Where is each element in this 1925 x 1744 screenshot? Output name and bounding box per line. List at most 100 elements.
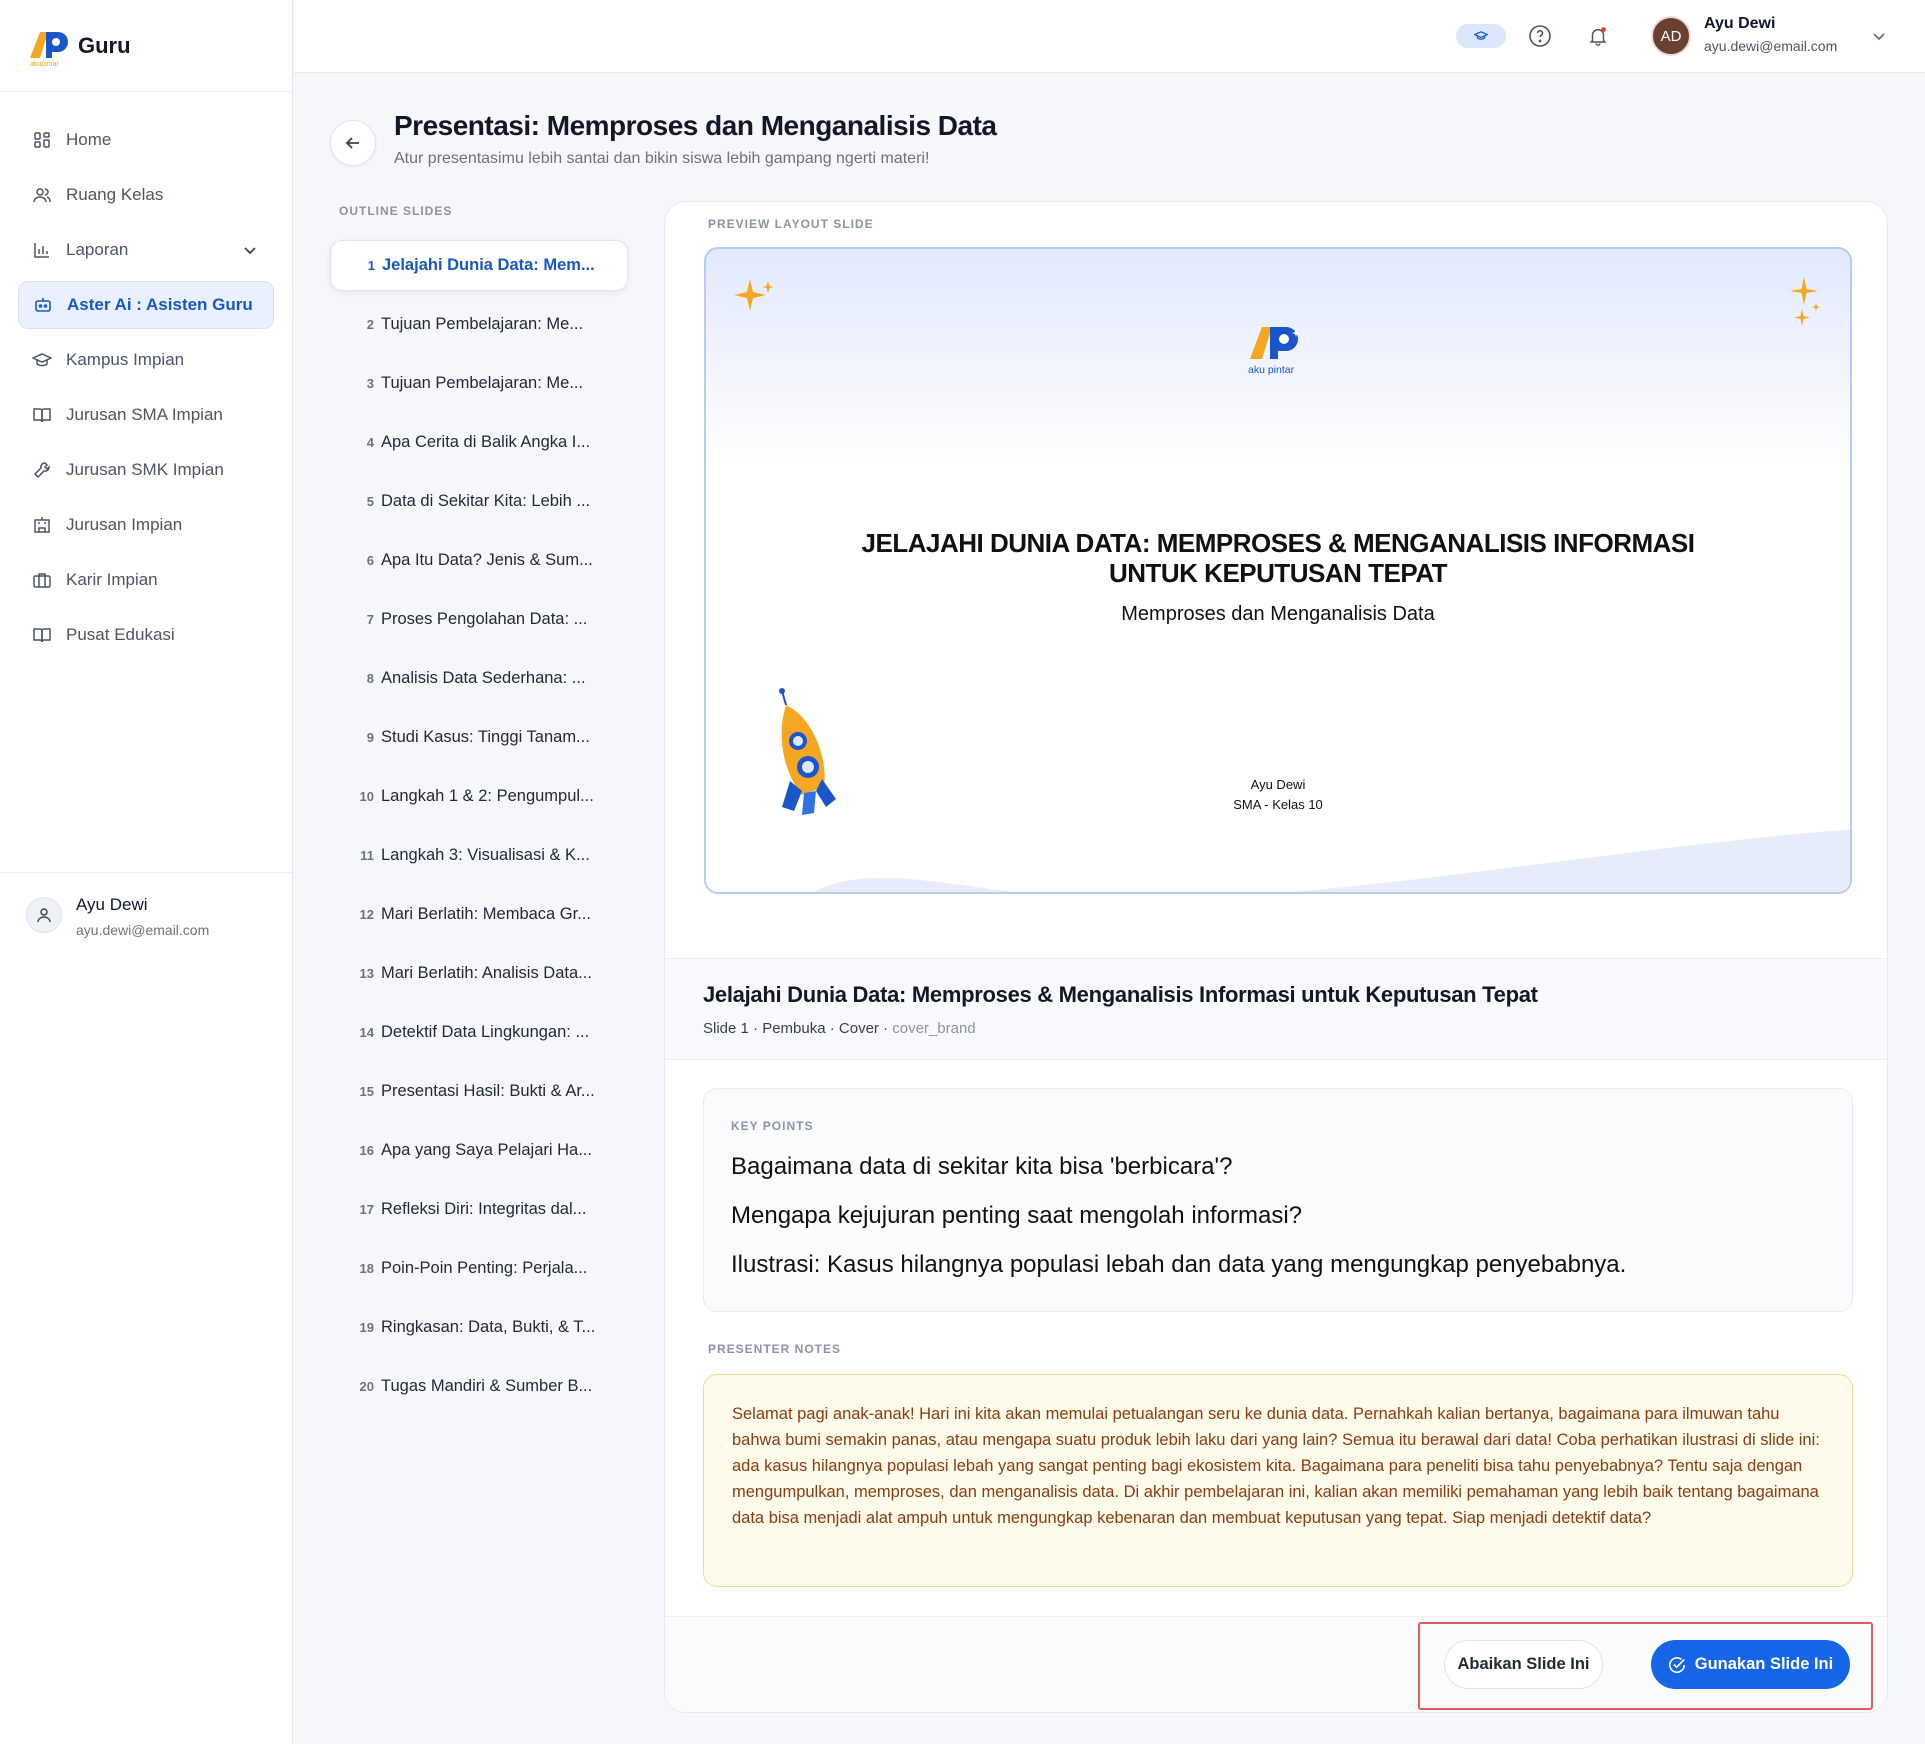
avatar[interactable]: AD — [1651, 16, 1691, 56]
briefcase-icon — [33, 573, 51, 588]
outline-item-20[interactable]: 20 Tugas Mandiri & Sumber B... — [330, 1361, 628, 1412]
outline-item-number: 11 — [360, 848, 374, 863]
outline-item-number: 3 — [366, 376, 374, 391]
chevron-down-icon[interactable] — [1871, 28, 1887, 44]
outline-item-number: 18 — [359, 1261, 374, 1276]
book-icon — [33, 408, 51, 423]
arrow-left-icon — [345, 137, 359, 149]
robot-icon — [35, 298, 51, 312]
outline-item-title: Proses Pengolahan Data: ... — [381, 610, 588, 628]
topbar-user-name[interactable]: Ayu Dewi — [1704, 15, 1775, 33]
wrench-icon — [33, 462, 50, 479]
svg-text:aku pintar: aku pintar — [1248, 364, 1295, 376]
wave-decoration — [813, 829, 1850, 892]
sidebar-user-email: ayu.dewi@email.com — [76, 922, 210, 938]
outline-item-10[interactable]: 10 Langkah 1 & 2: Pengumpul... — [330, 771, 628, 822]
sidebar-item-jurusan-impian[interactable]: Jurusan Impian — [18, 501, 274, 549]
sidebar-item-ruang-kelas[interactable]: Ruang Kelas — [18, 171, 274, 219]
sidebar-user-name: Ayu Dewi — [76, 895, 148, 914]
user-avatar — [26, 897, 62, 933]
sidebar-item-aster-ai[interactable]: Aster Ai : Asisten Guru — [18, 281, 274, 329]
bar-chart-icon — [34, 243, 49, 258]
outline-item-title: Data di Sekitar Kita: Lebih ... — [381, 492, 591, 510]
outline-item-15[interactable]: 15 Presentasi Hasil: Bukti & Ar... — [330, 1066, 628, 1117]
outline-item-title: Apa yang Saya Pelajari Ha... — [381, 1141, 592, 1159]
outline-item-number: 6 — [366, 553, 374, 568]
outline-item-13[interactable]: 13 Mari Berlatih: Analisis Data... — [330, 948, 628, 999]
outline-item-6[interactable]: 6 Apa Itu Data? Jenis & Sum... — [330, 535, 628, 586]
sidebar-item-pusat-edukasi[interactable]: Pusat Edukasi — [18, 611, 274, 659]
outline-item-3[interactable]: 3 Tujuan Pembelajaran: Me... — [330, 358, 628, 409]
key-point-item: Mengapa kejujuran penting saat mengolah … — [731, 1202, 1303, 1229]
outline-item-17[interactable]: 17 Refleksi Diri: Integritas dal... — [330, 1184, 628, 1235]
ignore-slide-button[interactable]: Abaikan Slide Ini — [1444, 1640, 1603, 1689]
outline-item-7[interactable]: 7 Proses Pengolahan Data: ... — [330, 594, 628, 645]
outline-item-title: Mari Berlatih: Membaca Gr... — [381, 905, 591, 923]
outline-item-5[interactable]: 5 Data di Sekitar Kita: Lebih ... — [330, 476, 628, 527]
outline-item-19[interactable]: 19 Ringkasan: Data, Bukti, & T... — [330, 1302, 628, 1353]
use-slide-button[interactable]: Gunakan Slide Ini — [1651, 1640, 1850, 1689]
sidebar-item-kampus-impian[interactable]: Kampus Impian — [18, 336, 274, 384]
sidebar-item-label: Jurusan Impian — [66, 515, 183, 534]
slide-full-title: Jelajahi Dunia Data: Memproses & Mengana… — [703, 982, 1538, 1007]
sidebar-item-karir-impian[interactable]: Karir Impian — [18, 556, 274, 604]
outline-item-16[interactable]: 16 Apa yang Saya Pelajari Ha... — [330, 1125, 628, 1176]
sparkle-icon — [1790, 277, 1820, 326]
graduation-toggle[interactable] — [1456, 24, 1506, 48]
outline-item-number: 16 — [359, 1143, 374, 1158]
outline-item-number: 7 — [366, 612, 374, 627]
sidebar: akupintar Guru Home Ruang Kelas Laporan … — [0, 0, 293, 1744]
outline-item-number: 8 — [366, 671, 374, 686]
slide-preview: aku pintar JELAJAHI DUNIA DATA: MEMPROSE… — [704, 247, 1852, 894]
slide-info: Jelajahi Dunia Data: Memproses & Mengana… — [665, 958, 1887, 1060]
outline-item-number: 12 — [359, 907, 374, 922]
sidebar-item-label: Pusat Edukasi — [66, 625, 175, 644]
outline-item-title: Analisis Data Sederhana: ... — [381, 669, 586, 687]
outline-item-8[interactable]: 8 Analisis Data Sederhana: ... — [330, 653, 628, 704]
outline-item-number: 15 — [359, 1084, 374, 1099]
key-point-item: Ilustrasi: Kasus hilangnya populasi leba… — [731, 1251, 1627, 1278]
topbar-user-email: ayu.dewi@email.com — [1704, 38, 1838, 54]
outline-item-number: 1 — [367, 258, 375, 273]
help-button[interactable] — [1526, 22, 1554, 50]
grid-icon — [34, 132, 50, 148]
sidebar-item-label: Karir Impian — [66, 570, 158, 589]
outline-item-number: 19 — [359, 1320, 374, 1335]
key-points-box: KEY POINTS Bagaimana data di sekitar kit… — [703, 1088, 1853, 1312]
key-point-item: Bagaimana data di sekitar kita bisa 'ber… — [731, 1153, 1233, 1180]
notifications-button[interactable] — [1584, 22, 1612, 50]
outline-label: OUTLINE SLIDES — [339, 204, 453, 218]
outline-item-number: 5 — [366, 494, 374, 509]
slide-subtitle: Memproses dan Menganalisis Data — [1121, 603, 1435, 625]
outline-item-12[interactable]: 12 Mari Berlatih: Membaca Gr... — [330, 889, 628, 940]
back-button[interactable] — [330, 120, 376, 166]
presenter-notes-box: Selamat pagi anak-anak! Hari ini kita ak… — [703, 1374, 1853, 1587]
outline-item-9[interactable]: 9 Studi Kasus: Tinggi Tanam... — [330, 712, 628, 763]
sidebar-item-home[interactable]: Home — [18, 116, 274, 164]
slide-title: JELAJAHI DUNIA DATA: MEMPROSES & MENGANA… — [706, 528, 1850, 588]
brand[interactable]: akupintar Guru — [0, 0, 292, 92]
outline-item-number: 4 — [366, 435, 374, 450]
outline-item-number: 13 — [359, 966, 374, 981]
slide-detail-panel: PREVIEW LAYOUT SLIDE aku pintar JELAJAHI… — [664, 201, 1888, 1713]
sidebar-item-jurusan-sma[interactable]: Jurusan SMA Impian — [18, 391, 274, 439]
outline-item-number: 2 — [366, 317, 374, 332]
outline-item-1[interactable]: 1 Jelajahi Dunia Data: Mem... — [330, 240, 628, 291]
chevron-down-icon — [244, 247, 256, 255]
akupintar-logo: aku pintar — [1248, 327, 1300, 376]
outline-item-18[interactable]: 18 Poin-Poin Penting: Perjala... — [330, 1243, 628, 1294]
outline-item-4[interactable]: 4 Apa Cerita di Balik Angka I... — [330, 417, 628, 468]
sidebar-user-card[interactable]: Ayu Dewi ayu.dewi@email.com — [0, 872, 292, 960]
outline-item-14[interactable]: 14 Detektif Data Lingkungan: ... — [330, 1007, 628, 1058]
sidebar-nav: Home Ruang Kelas Laporan Aster Ai : Asis… — [0, 92, 292, 659]
outline-item-2[interactable]: 2 Tujuan Pembelajaran: Me... — [330, 299, 628, 350]
outline-item-11[interactable]: 11 Langkah 3: Visualisasi & K... — [330, 830, 628, 881]
outline-item-number: 17 — [359, 1202, 374, 1217]
outline-item-title: Poin-Poin Penting: Perjala... — [381, 1259, 588, 1277]
key-points-label: KEY POINTS — [731, 1119, 814, 1133]
outline-item-title: Langkah 3: Visualisasi & K... — [381, 846, 590, 864]
outline-item-title: Jelajahi Dunia Data: Mem... — [382, 256, 595, 274]
ignore-slide-label: Abaikan Slide Ini — [1457, 1655, 1590, 1673]
sidebar-item-jurusan-smk[interactable]: Jurusan SMK Impian — [18, 446, 274, 494]
sidebar-item-laporan[interactable]: Laporan — [18, 226, 274, 274]
